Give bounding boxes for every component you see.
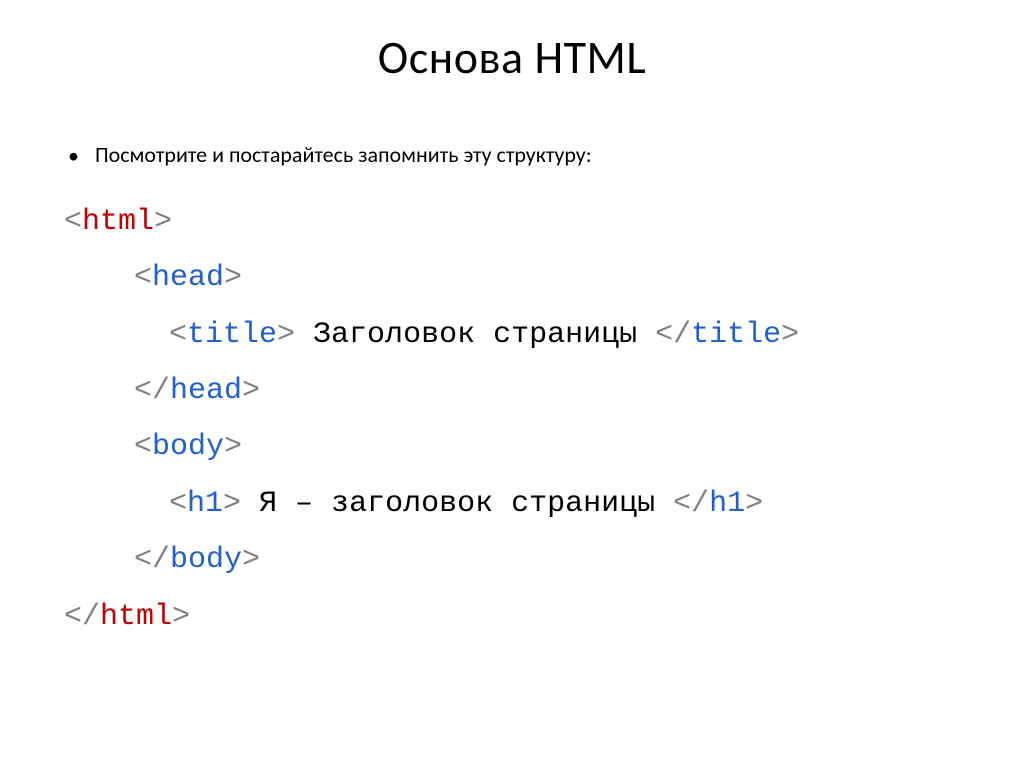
code-line-open-html: <html> [64,194,984,250]
code-line-h1: <h1> Я – заголовок страницы </h1> [64,476,984,532]
angle-close: > [154,205,172,239]
code-line-open-head: <head> [64,250,984,306]
tag-html: html [82,205,154,239]
angle-close: > [224,261,242,295]
bullet-marker: • [68,141,79,172]
code-line-title: <title> Заголовок страницы </title> [64,307,984,363]
angle-close: > [223,487,241,521]
angle-open-slash: </ [134,374,170,408]
code-line-close-head: </head> [64,363,984,419]
angle-close: > [224,430,242,464]
tag-head-close: head [170,374,242,408]
angle-open-slash: </ [673,487,709,521]
angle-open-slash: </ [655,318,691,352]
code-block: <html> <head> <title> Заголовок страницы… [40,194,984,645]
angle-close: > [242,543,260,577]
angle-open: < [169,318,187,352]
h1-text: Я – заголовок страницы [241,487,673,521]
angle-close: > [242,374,260,408]
bullet-text: Посмотрите и постарайтесь запомнить эту … [95,141,592,168]
angle-close: > [745,487,763,521]
angle-open-slash: </ [64,600,100,634]
angle-open: < [169,487,187,521]
tag-title: title [187,318,277,352]
tag-title-close: title [691,318,781,352]
angle-open: < [134,261,152,295]
angle-close: > [172,600,190,634]
tag-body: body [152,430,224,464]
tag-body-close: body [170,543,242,577]
angle-open-slash: </ [134,543,170,577]
angle-close: > [277,318,295,352]
tag-html-close: html [100,600,172,634]
code-line-open-body: <body> [64,419,984,475]
angle-open: < [64,205,82,239]
tag-h1: h1 [187,487,223,521]
title-text: Заголовок страницы [295,318,655,352]
bullet-item: • Посмотрите и постарайтесь запомнить эт… [40,141,984,172]
tag-h1-close: h1 [709,487,745,521]
code-line-close-body: </body> [64,532,984,588]
angle-open: < [134,430,152,464]
code-line-close-html: </html> [64,589,984,645]
angle-close: > [781,318,799,352]
tag-head: head [152,261,224,295]
slide-title: Основа HTML [40,30,984,86]
